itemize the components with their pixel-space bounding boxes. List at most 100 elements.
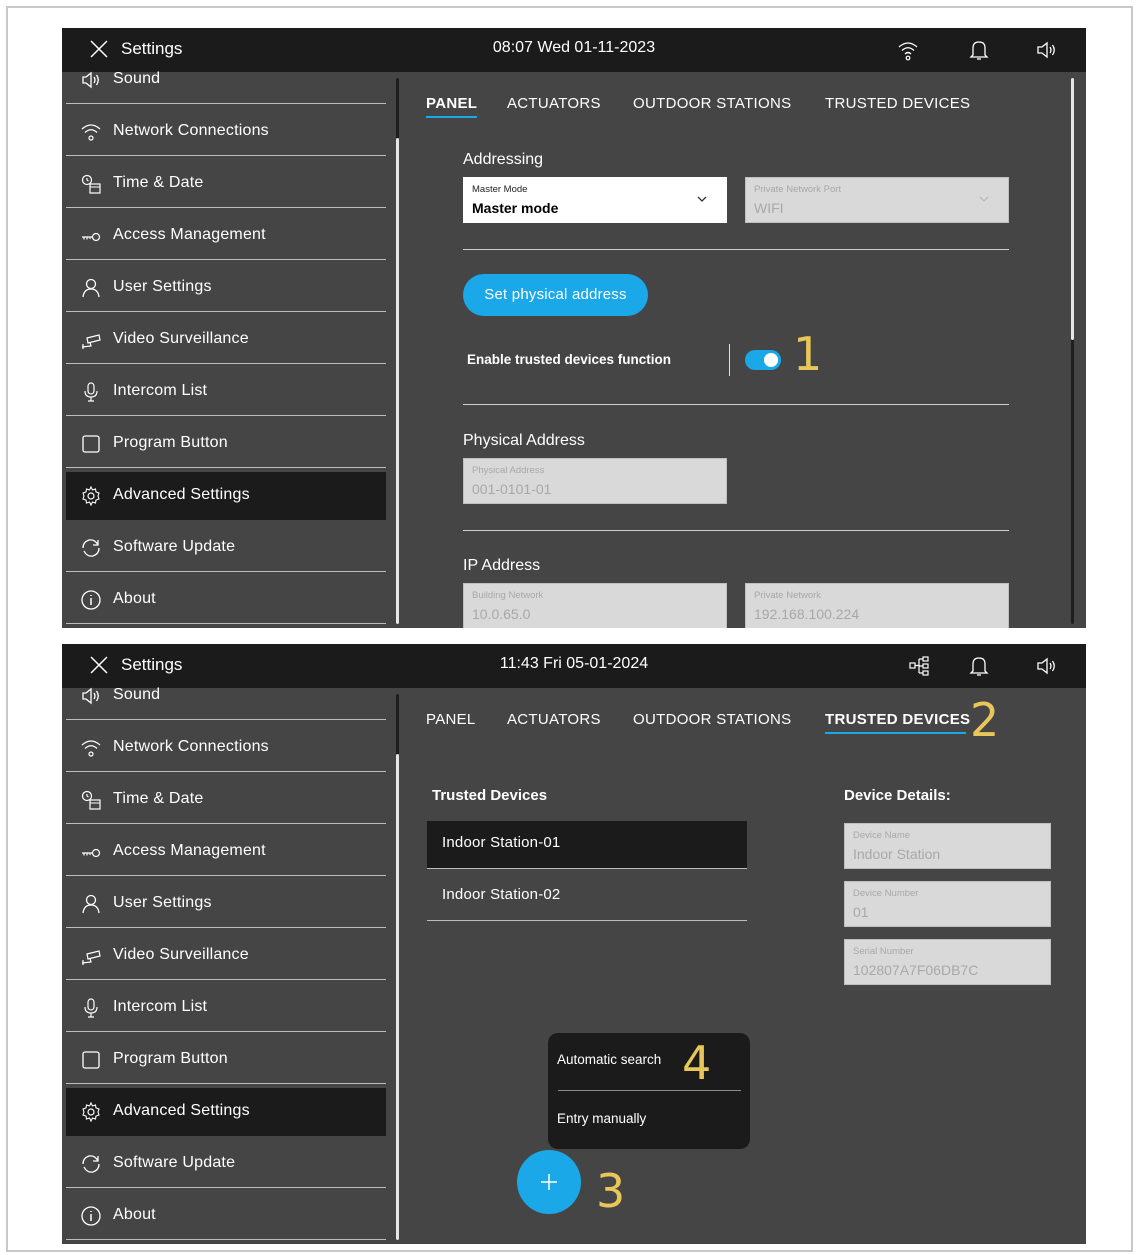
divider (463, 249, 1009, 250)
sidebar-item-label: Software Update (113, 538, 236, 555)
key-icon (82, 848, 101, 858)
sidebar-item-network[interactable]: Network Connections (66, 108, 386, 156)
settings-screen-panel: Settings 08:07 Wed 01-11-2023 Sound Netw… (62, 28, 1086, 628)
tab-panel[interactable]: PANEL (426, 711, 476, 728)
sidebar-item-intercom[interactable]: Intercom List (66, 984, 386, 1032)
settings-screen-trusted-devices: Settings 11:43 Fri 05-01-2024 Sound Netw… (62, 644, 1086, 1244)
speaker-icon[interactable] (1035, 654, 1059, 678)
sidebar-item-about[interactable]: About (66, 576, 386, 624)
sidebar-item-label: Time & Date (113, 174, 204, 191)
sidebar-item-label: Access Management (113, 842, 266, 859)
sidebar-item-label: User Settings (113, 278, 212, 295)
tab-outdoor-stations[interactable]: OUTDOOR STATIONS (633, 95, 791, 112)
menu-divider (558, 1090, 741, 1091)
sidebar-item-label: Advanced Settings (113, 486, 250, 503)
sidebar-item-network[interactable]: Network Connections (66, 724, 386, 772)
sidebar-item-label: Advanced Settings (113, 1102, 250, 1119)
list-item[interactable]: Indoor Station-02 (427, 873, 747, 921)
sidebar-item-user-settings[interactable]: User Settings (66, 880, 386, 928)
field-value: 01 (853, 904, 869, 920)
set-physical-address-button[interactable]: Set physical address (463, 274, 648, 316)
tab-actuators[interactable]: ACTUATORS (507, 95, 601, 112)
sidebar-item-video[interactable]: Video Surveillance (66, 932, 386, 980)
trusted-devices-toggle[interactable] (745, 350, 781, 370)
menu-item-entry-manually[interactable]: Entry manually (557, 1111, 646, 1126)
main-scrollbar-thumb[interactable] (1071, 78, 1074, 340)
microphone-icon (84, 998, 98, 1018)
field-value: 102807A7F06DB7C (853, 962, 979, 978)
sidebar-item-label: About (113, 590, 156, 607)
sidebar-item-label: Access Management (113, 226, 266, 243)
sidebar-item-label: Sound (113, 70, 161, 87)
sidebar-item-software-update[interactable]: Software Update (66, 524, 386, 572)
tab-panel[interactable]: PANEL (426, 95, 477, 112)
clock-calendar-icon (81, 790, 101, 810)
chevron-down-icon (697, 196, 707, 202)
sidebar-item-video[interactable]: Video Surveillance (66, 316, 386, 364)
callout-2: 2 (970, 693, 1000, 747)
sidebar-item-advanced[interactable]: Advanced Settings (66, 472, 386, 520)
tab-trusted-devices[interactable]: TRUSTED DEVICES (825, 95, 970, 112)
trusted-devices-title: Trusted Devices (432, 787, 548, 804)
sidebar-item-label: Software Update (113, 1154, 236, 1171)
sidebar-item-software-update[interactable]: Software Update (66, 1140, 386, 1188)
sidebar-item-sound[interactable]: Sound (66, 672, 386, 720)
chevron-down-icon (979, 196, 989, 202)
ip-address-title: IP Address (463, 557, 541, 574)
field-label: Physical Address (472, 465, 545, 476)
plus-icon (541, 1174, 557, 1190)
master-mode-select[interactable]: Master Mode Master mode (463, 177, 727, 223)
sidebar-item-program-button[interactable]: Program Button (66, 1036, 386, 1084)
sidebar-item-about[interactable]: About (66, 1192, 386, 1240)
callout-3: 3 (596, 1164, 626, 1218)
speaker-icon (82, 71, 99, 89)
addressing-title: Addressing (463, 151, 544, 168)
microphone-icon (84, 382, 98, 402)
sidebar-item-access[interactable]: Access Management (66, 828, 386, 876)
clock-date: 08:07 Wed 01-11-2023 (492, 39, 656, 56)
field-value: 001-0101-01 (472, 481, 552, 497)
speaker-icon[interactable] (1035, 38, 1059, 62)
add-device-button[interactable] (517, 1150, 581, 1214)
refresh-icon (82, 1155, 100, 1173)
sidebar-item-program-button[interactable]: Program Button (66, 420, 386, 468)
clock-calendar-icon (81, 174, 101, 194)
sidebar-item-intercom[interactable]: Intercom List (66, 368, 386, 416)
sidebar-item-sound[interactable]: Sound (66, 56, 386, 104)
device-name-field: Device Name Indoor Station (844, 823, 1051, 869)
tab-trusted-devices-underline (825, 732, 966, 734)
info-icon (81, 1206, 101, 1226)
tab-trusted-devices[interactable]: TRUSTED DEVICES (825, 711, 970, 728)
field-value: WIFI (754, 200, 784, 216)
sidebar-scrollbar-thumb[interactable] (396, 754, 399, 1240)
sidebar-item-access[interactable]: Access Management (66, 212, 386, 260)
field-label: Private Network (754, 590, 822, 601)
divider (463, 404, 1009, 405)
sidebar-scrollbar-thumb[interactable] (396, 138, 399, 624)
info-icon (81, 590, 101, 610)
bell-icon[interactable] (967, 654, 991, 678)
bell-icon[interactable] (967, 38, 991, 62)
field-label: Master Mode (472, 184, 528, 195)
list-item[interactable]: Indoor Station-01 (427, 821, 747, 869)
settings-sidebar: Sound Network Connections Time & Date Ac… (66, 686, 386, 1244)
tab-actuators[interactable]: ACTUATORS (507, 711, 601, 728)
device-name-label: Indoor Station-01 (442, 834, 561, 851)
key-icon (82, 232, 101, 242)
field-label: Device Name (853, 830, 911, 841)
physical-address-title: Physical Address (463, 432, 585, 449)
tab-outdoor-stations[interactable]: OUTDOOR STATIONS (633, 711, 791, 728)
divider (463, 530, 1009, 531)
field-value: 10.0.65.0 (472, 606, 531, 622)
sidebar-item-advanced[interactable]: Advanced Settings (66, 1088, 386, 1136)
sidebar-item-label: About (113, 1206, 156, 1223)
sidebar-item-label: Network Connections (113, 738, 269, 755)
sidebar-item-user-settings[interactable]: User Settings (66, 264, 386, 312)
private-network-field: Private Network 192.168.100.224 (745, 583, 1009, 628)
sidebar-item-label: Time & Date (113, 790, 204, 807)
sidebar-item-time-date[interactable]: Time & Date (66, 160, 386, 208)
add-device-menu: Automatic search Entry manually (548, 1033, 750, 1149)
menu-item-automatic-search[interactable]: Automatic search (557, 1052, 661, 1067)
network-tree-icon (909, 656, 929, 676)
sidebar-item-time-date[interactable]: Time & Date (66, 776, 386, 824)
